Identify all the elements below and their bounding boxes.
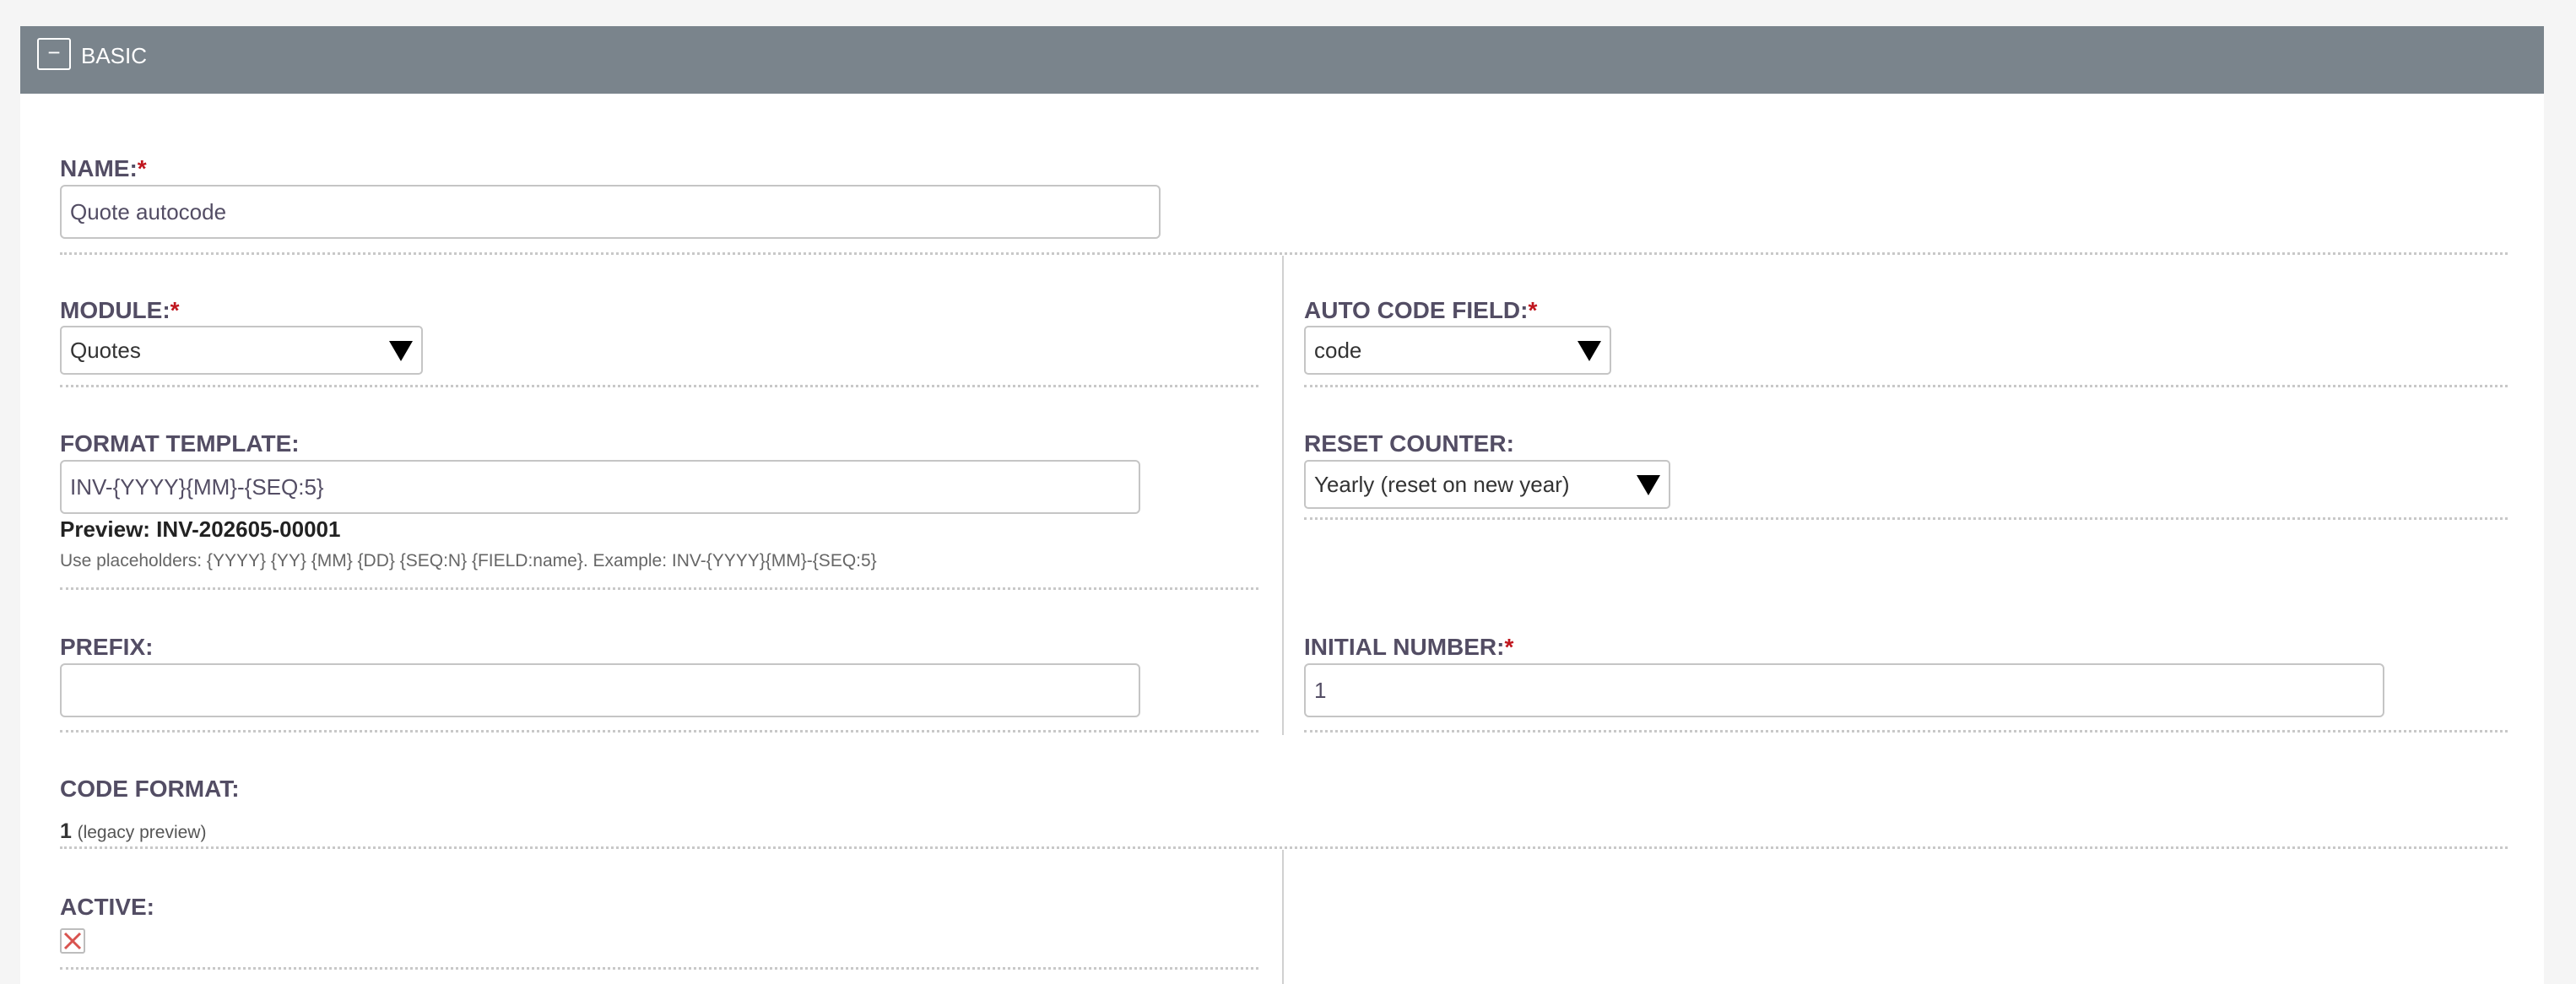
active-checkbox[interactable] bbox=[60, 928, 85, 954]
panel-title: BASIC bbox=[81, 43, 148, 68]
divider bbox=[60, 252, 2508, 255]
divider bbox=[1304, 517, 2508, 520]
initial-number-input-value: 1 bbox=[1314, 678, 1327, 703]
caret-down-icon bbox=[389, 341, 413, 361]
divider bbox=[60, 730, 1258, 733]
format-template-label: FORMAT TEMPLATE: bbox=[60, 430, 300, 457]
column-separator bbox=[1282, 850, 1284, 984]
divider bbox=[60, 587, 1258, 590]
caret-down-icon bbox=[1637, 475, 1660, 495]
module-select[interactable]: Quotes bbox=[60, 326, 423, 375]
divider bbox=[1304, 385, 2508, 387]
format-preview: Preview: INV-202605-00001 bbox=[60, 516, 341, 542]
module-select-value: Quotes bbox=[70, 338, 141, 363]
required-mark: * bbox=[137, 155, 147, 181]
required-mark: * bbox=[170, 297, 180, 323]
name-input-value: Quote autocode bbox=[70, 199, 227, 224]
divider bbox=[60, 967, 1258, 970]
initial-number-label: INITIAL NUMBER:* bbox=[1304, 633, 1513, 662]
format-template-input[interactable]: INV-{YYYY}{MM}-{SEQ:5} bbox=[60, 460, 1140, 514]
required-mark: * bbox=[1504, 634, 1514, 660]
code-format-value: 1 (legacy preview) bbox=[60, 819, 206, 846]
active-label: ACTIVE: bbox=[60, 894, 154, 920]
divider bbox=[60, 846, 2508, 849]
auto-code-field-select[interactable]: code bbox=[1304, 326, 1611, 375]
cross-icon bbox=[63, 932, 82, 950]
reset-counter-label: RESET COUNTER: bbox=[1304, 430, 1514, 457]
prefix-label: PREFIX: bbox=[60, 634, 154, 660]
column-separator bbox=[1282, 256, 1284, 735]
code-format-number: 1 bbox=[60, 819, 72, 843]
required-mark: * bbox=[1528, 297, 1538, 323]
module-label-text: MODULE: bbox=[60, 297, 170, 323]
name-label-text: NAME: bbox=[60, 155, 138, 181]
divider bbox=[1304, 730, 2508, 733]
panel-header[interactable]: − BASIC bbox=[20, 26, 2544, 94]
divider bbox=[60, 385, 1258, 387]
auto-code-field-select-value: code bbox=[1314, 338, 1362, 363]
module-label: MODULE:* bbox=[60, 296, 180, 325]
caret-down-icon bbox=[1578, 341, 1601, 361]
auto-code-field-label-text: AUTO CODE FIELD: bbox=[1304, 297, 1529, 323]
reset-counter-select-value: Yearly (reset on new year) bbox=[1314, 472, 1570, 497]
prefix-input[interactable] bbox=[60, 663, 1140, 717]
basic-panel: − BASIC NAME:* Quote autocode MODULE:* Q… bbox=[20, 26, 2544, 984]
name-label: NAME:* bbox=[60, 154, 147, 183]
format-template-value: INV-{YYYY}{MM}-{SEQ:5} bbox=[70, 474, 324, 500]
auto-code-field-label: AUTO CODE FIELD:* bbox=[1304, 296, 1537, 325]
code-format-label: CODE FORMAT: bbox=[60, 776, 240, 802]
name-input[interactable]: Quote autocode bbox=[60, 185, 1161, 239]
minus-icon: − bbox=[47, 40, 61, 65]
collapse-button[interactable]: − bbox=[37, 38, 71, 70]
initial-number-label-text: INITIAL NUMBER: bbox=[1304, 634, 1505, 660]
initial-number-input[interactable]: 1 bbox=[1304, 663, 2384, 717]
code-format-note: (legacy preview) bbox=[77, 823, 207, 842]
reset-counter-select[interactable]: Yearly (reset on new year) bbox=[1304, 460, 1670, 509]
format-hint: Use placeholders: {YYYY} {YY} {MM} {DD} … bbox=[60, 551, 877, 570]
